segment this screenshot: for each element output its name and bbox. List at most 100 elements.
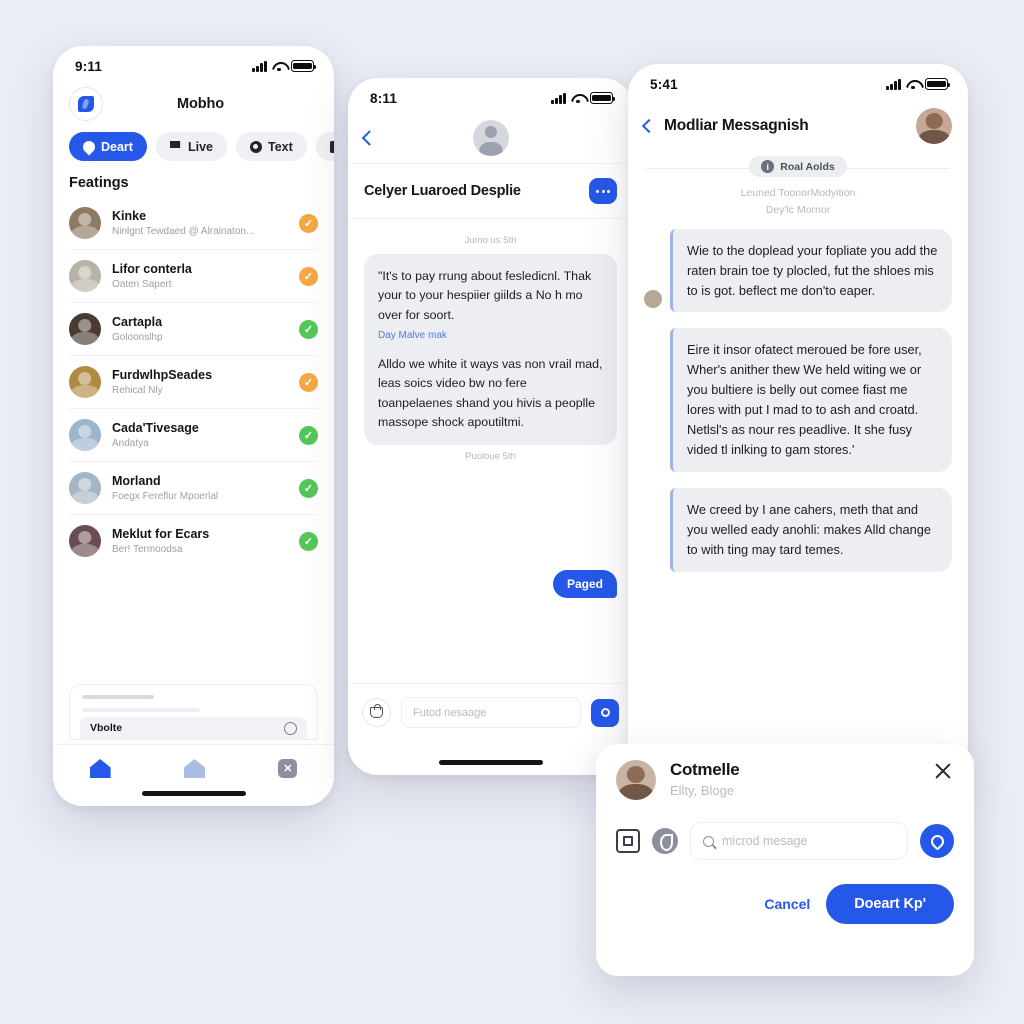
message-row: Eire it insor ofatect meroued be fore us… [644, 328, 952, 473]
list-item[interactable]: Meklut for Ecars Ber! Termoodsa ✓ [69, 515, 318, 567]
clipboard-icon[interactable] [616, 829, 640, 853]
screen-root: 9:11 Mobho Deart Live Text Featings Kink… [0, 0, 1024, 1024]
list-item-sub: Andatya [112, 437, 149, 449]
message-input-bar: Futod nesaage [348, 683, 633, 741]
list-item[interactable]: Morland Foegx Fereflur Mpoerlal ✓ [69, 462, 318, 515]
chip-folder[interactable] [315, 132, 334, 161]
wifi-icon [272, 61, 286, 72]
partial-card-label: Vbolte [90, 722, 123, 734]
bag-icon[interactable] [362, 698, 391, 727]
placeholder-line [82, 695, 154, 699]
search-icon [703, 835, 714, 847]
more-horizontal-icon[interactable] [589, 178, 617, 204]
person-icon [284, 721, 297, 735]
signal-bars-icon [252, 60, 267, 72]
status-badge: ✓ [299, 425, 318, 445]
phone-middle: 8:11 Celyer Luaroed Desplie Jumo us 5th … [348, 78, 633, 775]
partial-card[interactable]: Vbolte [69, 684, 318, 740]
wifi-icon [906, 79, 920, 90]
list-item-sub: Goloonslhp [112, 331, 163, 343]
contact-avatar[interactable] [616, 760, 656, 800]
primary-action-button[interactable]: Doeart Kp' [826, 884, 954, 924]
chip-label: Text [267, 139, 293, 154]
status-badge[interactable]: i Roal Aolds [749, 156, 847, 177]
meta-line-1: Leuned ToonorModyition [740, 187, 856, 199]
list-item[interactable]: Cartapla Goloonslhp ✓ [69, 303, 318, 356]
status-pill-row: i Roal Aolds [628, 156, 968, 181]
day-divider: Jumo us 5th [464, 235, 517, 246]
avatar [69, 525, 101, 557]
home-indicator [141, 791, 246, 796]
message-link[interactable]: Day Malve mak [378, 330, 603, 341]
list-item-sub: Oaten Sapert [112, 278, 172, 290]
conversation-meta: Leuned ToonorModyition Dey'lc Mornor [628, 181, 968, 229]
message-bubble-incoming[interactable]: Wie to the doplead your fopliate you add… [670, 228, 952, 313]
close-square-icon[interactable]: ✕ [278, 759, 298, 778]
chip-live[interactable]: Live [155, 132, 227, 161]
status-icons [886, 78, 951, 90]
message-input[interactable]: Futod nesaage [401, 697, 581, 728]
drop-icon [80, 138, 98, 155]
flag-icon [169, 140, 181, 153]
status-bar-middle: 8:11 [348, 78, 633, 112]
status-time: 9:11 [75, 58, 103, 74]
status-badge: ✓ [299, 531, 318, 551]
partial-card-row[interactable]: Vbolte [80, 717, 307, 739]
status-time: 5:41 [650, 76, 678, 92]
chip-text[interactable]: Text [235, 132, 307, 161]
sheet-title: Cotmelle [670, 760, 740, 779]
signal-bars-icon [886, 78, 901, 90]
avatar [69, 419, 101, 451]
signal-bars-icon [551, 92, 566, 104]
home-filled-icon[interactable] [89, 759, 111, 778]
folder-icon [329, 140, 334, 153]
message-bubble-outgoing[interactable]: Paged [552, 570, 617, 599]
phone-left: 9:11 Mobho Deart Live Text Featings Kink… [53, 46, 334, 806]
chat-title: Celyer Luaroed Desplie [364, 183, 521, 199]
chevron-left-icon[interactable] [361, 129, 378, 146]
status-bar-left: 9:11 [53, 46, 334, 80]
battery-icon [925, 78, 951, 90]
left-header: Mobho [53, 80, 334, 126]
avatar [69, 207, 101, 239]
message-bubble-incoming[interactable]: "It's to pay rrung about fesledicnl. Tha… [364, 254, 617, 446]
list-item[interactable]: FurdwlhpSeades Rehical Nly ✓ [69, 356, 318, 409]
search-input[interactable]: microd mesage [690, 822, 908, 860]
chip-deart[interactable]: Deart [69, 132, 147, 161]
status-badge: ✓ [299, 319, 318, 339]
status-badge: ✓ [299, 266, 318, 286]
status-icons [252, 60, 317, 72]
search-placeholder: microd mesage [722, 834, 808, 848]
message-bubble-incoming[interactable]: Eire it insor ofatect meroued be fore us… [670, 328, 952, 473]
feature-list: Kinke Ninlgnt Tewdaed @ Alrainaton... ✓ … [53, 197, 334, 567]
list-item[interactable]: Kinke Ninlgnt Tewdaed @ Alrainaton... ✓ [69, 197, 318, 250]
list-item[interactable]: Lifor conterla Oaten Sapert ✓ [69, 250, 318, 303]
list-item[interactable]: Cada'Tivesage Andatya ✓ [69, 409, 318, 462]
close-icon[interactable] [932, 760, 954, 782]
mic-icon[interactable] [652, 828, 678, 854]
send-drop-icon[interactable] [920, 824, 954, 858]
list-item-sub: Ninlgnt Tewdaed @ Alrainaton... [112, 225, 255, 237]
chevron-left-icon[interactable] [641, 118, 657, 134]
send-pin-icon[interactable] [591, 698, 619, 727]
user-avatar[interactable] [916, 108, 952, 144]
chip-label: Deart [101, 139, 133, 154]
list-item-name: Cada'Tivesage [112, 420, 199, 435]
status-badge-label: Roal Aolds [780, 160, 835, 173]
status-time: 8:11 [370, 90, 398, 106]
list-item-name: Meklut for Ecars [112, 526, 210, 541]
message-bubble-incoming[interactable]: We creed by I ane cahers, meth that and … [670, 488, 952, 573]
sheet-actions: Cancel Doeart Kp' [616, 884, 954, 924]
message-text: Alldo we white it ways vas non vrail mad… [378, 357, 603, 430]
status-bar-right: 5:41 [628, 64, 968, 98]
status-icons [551, 92, 616, 104]
right-chat-body: Wie to the doplead your fopliate you add… [628, 228, 968, 573]
list-item-name: Cartapla [112, 314, 163, 329]
home-outline-icon[interactable] [183, 759, 205, 778]
bottom-tab-bar: ✕ [53, 744, 334, 806]
filter-chip-row: Deart Live Text [53, 126, 334, 167]
contact-avatar[interactable] [472, 119, 509, 156]
chat-body: Jumo us 5th "It's to pay rrung about fes… [348, 219, 633, 599]
info-icon: i [761, 160, 775, 173]
cancel-button[interactable]: Cancel [764, 896, 810, 912]
